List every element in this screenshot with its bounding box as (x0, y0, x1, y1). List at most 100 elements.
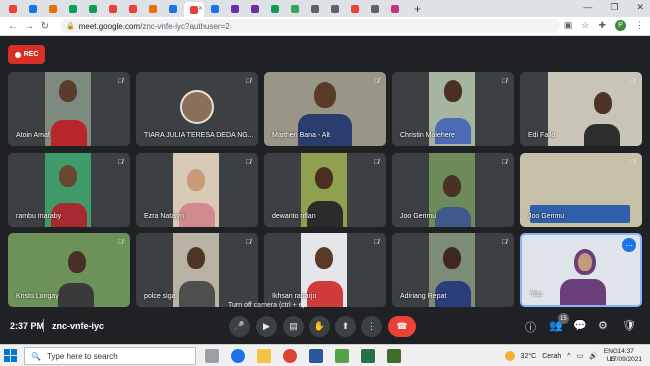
present-screen-button[interactable]: ⬆ (335, 316, 356, 337)
forward-button[interactable]: → (22, 21, 36, 32)
windows-start-button[interactable] (4, 349, 17, 362)
tab-favicon-icon (89, 4, 97, 13)
participant-name: Ikhsan raharjo (272, 293, 317, 300)
chat-icon[interactable]: 💬 (573, 319, 587, 332)
search-icon: 🔍 (31, 351, 41, 361)
browser-tab[interactable] (104, 2, 122, 16)
network-icon[interactable]: ▭ (577, 352, 584, 360)
browser-tab[interactable] (266, 2, 284, 16)
mic-muted-icon: 🎙̸ (117, 239, 123, 246)
browser-tab[interactable] (124, 2, 142, 16)
self-view-tile[interactable]: ⋯ You (520, 233, 642, 307)
tray-arrow-icon[interactable]: ^ (567, 353, 570, 360)
browser-tab[interactable] (144, 2, 162, 16)
close-window-button[interactable]: ✕ (636, 2, 644, 13)
bookmark-star-icon[interactable]: ☆ (581, 20, 589, 31)
browser-tab[interactable] (246, 2, 264, 16)
browser-tab[interactable] (206, 2, 224, 16)
app-icon[interactable] (335, 349, 349, 363)
minimize-button[interactable]: — (583, 2, 592, 13)
participant-tile[interactable]: 🎙̸ rambu maraby (8, 153, 130, 227)
volume-icon[interactable]: 🔊 (589, 352, 598, 360)
excel-icon[interactable] (361, 349, 375, 363)
browser-tab[interactable] (386, 2, 404, 16)
participant-tile[interactable]: 🎙̸ Adiriang Repat (392, 233, 514, 307)
browser-tab[interactable] (64, 2, 82, 16)
more-options-icon[interactable]: ⋯ (622, 238, 636, 252)
browser-tab[interactable] (326, 2, 344, 16)
url-host: meet.google.com (78, 21, 141, 31)
profile-avatar[interactable]: P (615, 20, 626, 31)
participant-tile[interactable]: 🎙̸ TIARA JULIA TERESA DEDA NG... (136, 72, 258, 146)
tab-favicon-icon (149, 4, 157, 13)
mic-muted-icon: 🎙̸ (245, 239, 251, 246)
host-controls-icon[interactable]: 🛡 (622, 319, 636, 332)
participant-tile[interactable]: 🎙̸ Ikhsan raharjo (264, 233, 386, 307)
meet-stage: REC 🎙̸ Atoin Amaf 🎙̸ TIARA JULIA TERESA … (0, 37, 650, 344)
participant-tile[interactable]: 🎙̸ Joo Gerimu (392, 153, 514, 227)
browser-tab[interactable] (226, 2, 244, 16)
browser-tab[interactable] (164, 2, 182, 16)
back-button[interactable]: ← (6, 21, 20, 32)
mic-muted-icon: 🎙̸ (629, 78, 635, 85)
mic-muted-icon: 🎙̸ (373, 239, 379, 246)
tab-favicon-icon (29, 4, 37, 13)
browser-tab[interactable] (306, 2, 324, 16)
tab-favicon-icon (351, 4, 359, 13)
browser-tab[interactable] (84, 2, 102, 16)
browser-tab[interactable] (286, 2, 304, 16)
browser-tab[interactable] (346, 2, 364, 16)
browser-tab[interactable] (44, 2, 62, 16)
tab-favicon-icon (190, 5, 198, 14)
word-icon[interactable] (309, 349, 323, 363)
participant-tile[interactable]: 🎙̸ Joo Gerimu (520, 153, 642, 227)
weather-sun-icon[interactable] (504, 351, 515, 361)
participant-tile[interactable]: 🎙̸ Kristo Longay (8, 233, 130, 307)
browser-tab[interactable]: ✕ (184, 2, 204, 17)
tab-favicon-icon (211, 4, 219, 13)
participant-count-badge: 15 (558, 313, 569, 324)
more-options-button[interactable]: ⋮ (361, 316, 382, 337)
mic-muted-icon: 🎙̸ (501, 159, 507, 166)
camera-permission-icon[interactable]: ▣ (564, 20, 573, 31)
leave-call-button[interactable]: ☎ (388, 316, 416, 337)
participant-tile[interactable]: 🎙̸ Christin Malehere (392, 72, 514, 146)
browser-tab[interactable] (4, 2, 22, 16)
participant-tile[interactable]: 🎙̸ Edi Fallo (520, 72, 642, 146)
taskbar-clock[interactable]: 14:37 17/09/2021 (609, 348, 642, 364)
activities-icon[interactable]: ⚙ (598, 319, 608, 332)
chrome-icon[interactable] (283, 349, 297, 363)
maximize-button[interactable]: ❐ (610, 2, 618, 13)
cortana-icon[interactable] (231, 349, 245, 363)
participant-tile[interactable]: 🎙̸ polce siga (136, 233, 258, 307)
new-tab-button[interactable]: + (414, 2, 421, 16)
participant-name: TIARA JULIA TERESA DEDA NG... (144, 132, 254, 139)
camera-button[interactable]: ▶ (256, 316, 277, 337)
participant-tile[interactable]: 🎙̸ Ezra Natalyn (136, 153, 258, 227)
participant-tile[interactable]: 🎙̸ Marthen Bana - Alt (264, 72, 386, 146)
close-tab-icon[interactable]: ✕ (198, 5, 203, 12)
participant-tile[interactable]: 🎙̸ dewanto riflan (264, 153, 386, 227)
browser-tab[interactable] (366, 2, 384, 16)
captions-button[interactable]: ▤ (283, 316, 304, 337)
meet-control-bar: 2:37 PM znc-vnfe-iyc 🎤 ▶ ▤ ✋ ⬆ ⋮ ☎ ⓘ 👥 1… (0, 309, 650, 344)
meeting-code: znc-vnfe-iyc (52, 321, 105, 331)
app-icon-2[interactable] (387, 349, 401, 363)
mic-muted-icon: 🎙̸ (117, 159, 123, 166)
participant-name: Adiriang Repat (400, 293, 447, 300)
reload-button[interactable]: ↻ (38, 21, 52, 32)
system-tray: 32°C Cerah ^ ▭ 🔊 ENG US (504, 348, 618, 364)
microphone-button[interactable]: 🎤 (229, 316, 250, 337)
browser-tab[interactable] (24, 2, 42, 16)
record-dot-icon (14, 51, 21, 58)
extensions-icon[interactable]: ✚ (598, 20, 606, 31)
raise-hand-button[interactable]: ✋ (309, 316, 330, 337)
taskbar-search-box[interactable]: 🔍 Type here to search (24, 347, 196, 365)
chrome-menu-icon[interactable]: ⋮ (635, 20, 644, 31)
url-bar[interactable]: 🔒 meet.google.com /znc-vnfe-iyc?authuser… (60, 19, 560, 33)
recording-badge: REC (8, 45, 45, 64)
file-explorer-icon[interactable] (257, 349, 271, 363)
participant-tile[interactable]: 🎙̸ Atoin Amaf (8, 72, 130, 146)
task-view-icon[interactable] (205, 349, 219, 363)
meeting-details-icon[interactable]: ⓘ (525, 319, 536, 335)
